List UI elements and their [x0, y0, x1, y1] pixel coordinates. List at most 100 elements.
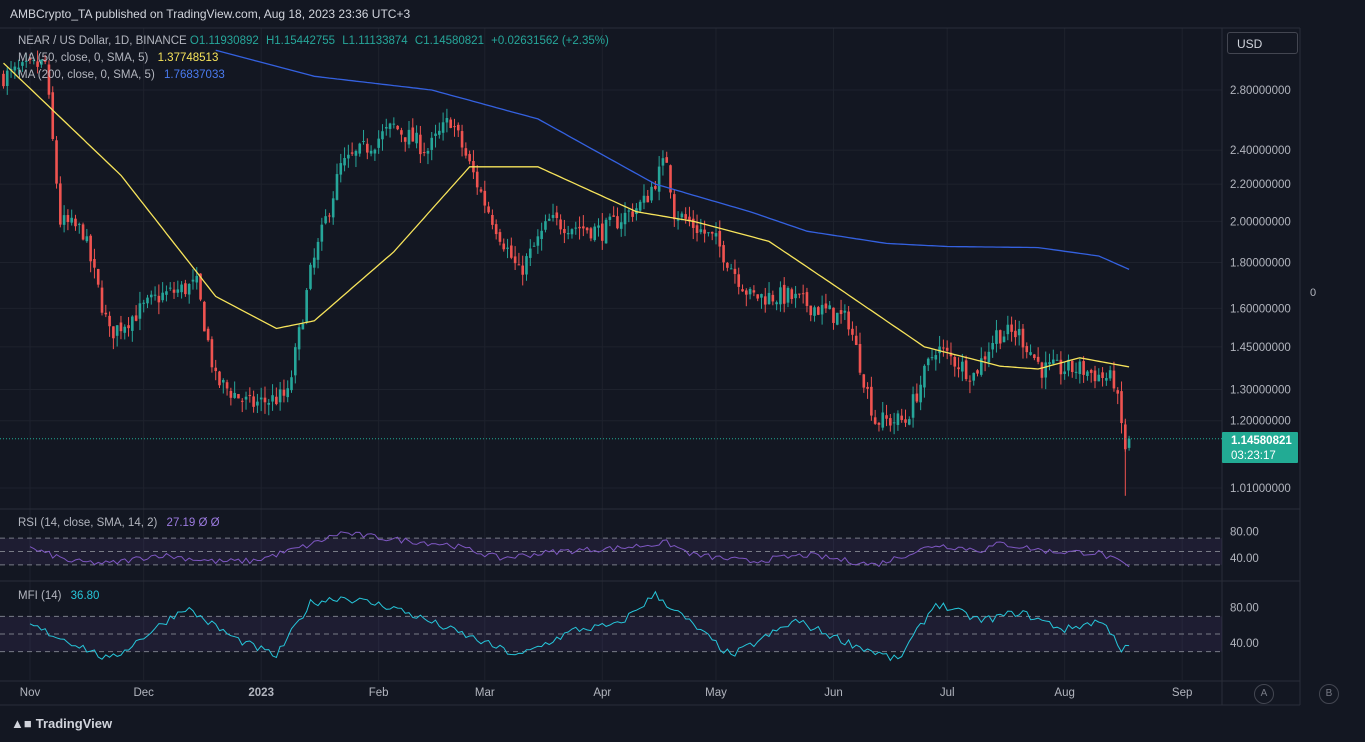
candle-body [362, 141, 365, 143]
candle-body [782, 284, 786, 304]
symbol-label[interactable]: NEAR / US Dollar, 1D, BINANCE [18, 35, 187, 47]
candle-body [203, 301, 206, 332]
candle-body [301, 324, 305, 330]
mfi-label[interactable]: MFI (14) [18, 590, 61, 602]
candle-body [798, 293, 801, 295]
candle-body [1086, 371, 1089, 376]
osc-tick-label: 80.00 [1230, 526, 1259, 538]
candle-body [794, 293, 797, 299]
candle-body [934, 355, 938, 360]
candle-body [1029, 352, 1032, 355]
scale-a-button[interactable]: A [1254, 684, 1274, 704]
currency-button[interactable]: USD [1227, 32, 1298, 54]
time-axis[interactable]: Nov Dec 2023 Feb Mar Apr May Jun Jul Aug Sep [20, 687, 1193, 699]
candle-body [275, 396, 278, 405]
candle-body [366, 143, 369, 153]
candle-body [691, 218, 695, 228]
ma50-line[interactable] [3, 62, 1130, 370]
ma50-label[interactable]: MA (50, close, 0, SMA, 5) [18, 52, 148, 64]
candle-body [384, 127, 388, 129]
ma200-legend[interactable]: MA (200, close, 0, SMA, 5) 1.76837033 [18, 69, 225, 81]
change-value: +0.02631562 (+2.35%) [491, 35, 609, 47]
candle-body [396, 125, 399, 130]
candle-body [1082, 361, 1085, 375]
candle-body [85, 236, 89, 242]
candle-body [817, 307, 820, 315]
candle-body [699, 229, 703, 233]
candle-body [335, 174, 339, 200]
candle-body [513, 256, 517, 264]
candle-body [703, 229, 706, 234]
candle-body [464, 148, 468, 156]
ma50-value: 1.37748513 [157, 52, 219, 64]
ma50-legend[interactable]: MA (50, close, 0, SMA, 5) 1.37748513 [18, 52, 218, 64]
candle-body [483, 190, 487, 206]
ma200-label[interactable]: MA (200, close, 0, SMA, 5) [18, 69, 155, 81]
price-tick-label: 1.60000000 [1230, 303, 1291, 315]
scale-b-button[interactable]: B [1319, 684, 1339, 704]
candle-body [904, 419, 907, 423]
candle-body [911, 394, 915, 418]
mfi-legend[interactable]: MFI (14) 36.80 [18, 590, 99, 602]
price-tick-label: 1.30000000 [1230, 384, 1291, 396]
candle-body [66, 215, 70, 223]
candle-body [597, 225, 600, 228]
candle-body [229, 390, 233, 398]
candle-body [403, 137, 407, 142]
candle-body [862, 374, 866, 388]
candle-body [646, 195, 650, 203]
candle-body [870, 386, 873, 416]
candle-body [263, 397, 267, 403]
candle-body [426, 150, 430, 154]
candle-body [570, 229, 574, 235]
candle-body [1120, 391, 1123, 424]
candle-body [604, 219, 608, 244]
candle-body [13, 66, 17, 71]
candle-body [1033, 354, 1036, 359]
candle-body [809, 305, 813, 316]
candle-body [510, 245, 513, 258]
rsi-label[interactable]: RSI (14, close, SMA, 14, 2) [18, 517, 157, 529]
candle-body [616, 216, 619, 229]
candle-body [259, 397, 263, 400]
candle-body [240, 400, 244, 402]
candle-body [100, 287, 104, 313]
candle-body [801, 293, 805, 295]
candle-body [347, 154, 350, 159]
candle-body [760, 294, 763, 298]
candle-body [237, 394, 240, 399]
candle-body [968, 380, 972, 382]
candle-body [127, 325, 130, 329]
mfi-pane[interactable] [0, 590, 1222, 662]
rsi-value: 27.19 Ø Ø [166, 517, 220, 529]
candle-body [525, 256, 528, 275]
candle-body [218, 371, 221, 386]
candle-body [907, 419, 911, 425]
candle-body [582, 226, 585, 229]
candle-body [498, 232, 502, 242]
high-value: H1.15442755 [265, 35, 336, 47]
candle-body [286, 388, 290, 398]
candle-body [733, 268, 737, 274]
candle-body [388, 123, 392, 129]
main-legend[interactable]: NEAR / US Dollar, 1D, BINANCE O1.1193089… [18, 35, 609, 47]
candle-body [1021, 328, 1025, 348]
price-tick-label: 1.80000000 [1230, 257, 1291, 269]
candle-body [1108, 370, 1112, 379]
candle-body [983, 356, 987, 360]
candle-body [62, 215, 66, 225]
ma200-line[interactable] [215, 49, 1130, 270]
candle-body [741, 289, 744, 292]
price-tick-label: 2.40000000 [1230, 145, 1291, 157]
candlestick-series[interactable] [2, 50, 1131, 496]
rsi-pane[interactable] [0, 531, 1222, 568]
rsi-legend[interactable]: RSI (14, close, SMA, 14, 2) 27.19 Ø Ø [18, 517, 220, 529]
pane-borders [0, 27, 1301, 706]
time-tick-label: Feb [369, 687, 389, 699]
tradingview-logo[interactable]: ▲■ TradingView [11, 716, 112, 731]
candle-body [987, 351, 991, 363]
osc-tick-label: 40.00 [1230, 638, 1259, 650]
candle-body [256, 401, 259, 406]
candle-body [771, 294, 775, 302]
candle-body [608, 216, 612, 220]
